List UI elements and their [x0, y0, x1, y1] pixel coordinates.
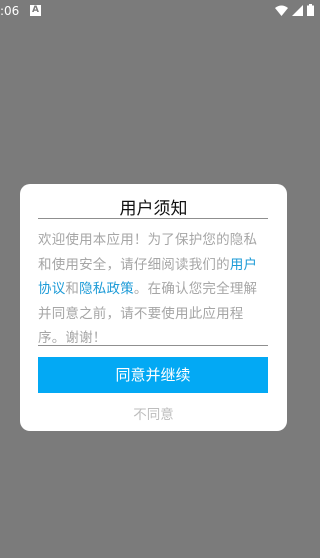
status-time: :06 — [0, 4, 20, 18]
body-text-part-1: 欢迎使用本应用！为了保护您的隐私和使用安全，请仔细阅读我们的 — [38, 232, 258, 273]
status-icons — [275, 4, 314, 16]
app-notification-icon: A — [30, 5, 41, 16]
signal-icon — [292, 4, 303, 16]
body-text-part-2: 和 — [65, 281, 80, 297]
dialog-body-text: 欢迎使用本应用！为了保护您的隐私和使用安全，请仔细阅读我们的用户协议和隐私政策。… — [38, 228, 268, 351]
disagree-button[interactable]: 不同意 — [20, 403, 287, 423]
wifi-icon — [275, 5, 288, 16]
user-notice-dialog: 用户须知 欢迎使用本应用！为了保护您的隐私和使用安全，请仔细阅读我们的用户协议和… — [20, 184, 287, 431]
status-bar: :06 A — [0, 0, 320, 24]
privacy-policy-link[interactable]: 隐私政策 — [79, 281, 134, 297]
dialog-title: 用户须知 — [119, 199, 188, 219]
title-divider — [38, 218, 268, 219]
body-divider — [38, 345, 268, 346]
battery-icon — [307, 4, 314, 16]
agree-and-continue-button[interactable]: 同意并继续 — [38, 357, 268, 393]
